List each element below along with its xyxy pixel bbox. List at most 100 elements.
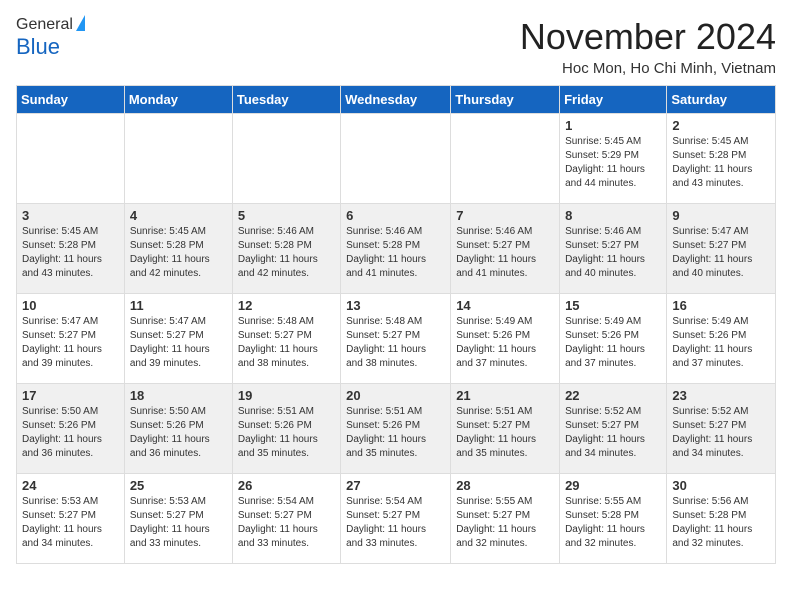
- day-number: 17: [22, 388, 119, 403]
- header: General Blue November 2024 Hoc Mon, Ho C…: [16, 16, 776, 77]
- calendar-cell: 15 Sunrise: 5:49 AM Sunset: 5:26 PM Dayli…: [560, 294, 667, 384]
- day-info: Sunrise: 5:52 AM Sunset: 5:27 PM Dayligh…: [672, 405, 770, 461]
- day-number: 15: [565, 298, 661, 313]
- calendar-cell: 24Sunrise: 5:53 AM Sunset: 5:27 PM Dayli…: [17, 474, 125, 564]
- day-number: 9: [672, 208, 770, 223]
- calendar-week-2: 3Sunrise: 5:45 AM Sunset: 5:28 PM Daylig…: [17, 204, 776, 294]
- day-info: Sunrise: 5:54 AM Sunset: 5:27 PM Dayligh…: [346, 495, 445, 551]
- calendar-cell: 27 Sunrise: 5:54 AM Sunset: 5:27 PM Dayli…: [341, 474, 451, 564]
- calendar-cell: 29 Sunrise: 5:55 AM Sunset: 5:28 PM Dayli…: [560, 474, 667, 564]
- logo-triangle-icon: [76, 15, 85, 31]
- day-info: Sunrise: 5:50 AM Sunset: 5:26 PM Dayligh…: [22, 405, 119, 461]
- day-info: Sunrise: 5:46 AM Sunset: 5:28 PM Dayligh…: [346, 225, 445, 281]
- calendar-cell: 4Sunrise: 5:45 AM Sunset: 5:28 PM Daylig…: [124, 204, 232, 294]
- calendar-cell: 20 Sunrise: 5:51 AM Sunset: 5:26 PM Dayli…: [341, 384, 451, 474]
- calendar-cell: 1 Sunrise: 5:45 AM Sunset: 5:29 PM Daylig…: [560, 114, 667, 204]
- day-number: 8: [565, 208, 661, 223]
- weekday-header-row: SundayMondayTuesdayWednesdayThursdayFrid…: [17, 86, 776, 114]
- calendar-cell: 5Sunrise: 5:46 AM Sunset: 5:28 PM Daylig…: [232, 204, 340, 294]
- day-number: 1: [565, 118, 661, 133]
- calendar-week-4: 17 Sunrise: 5:50 AM Sunset: 5:26 PM Dayli…: [17, 384, 776, 474]
- weekday-header-thursday: Thursday: [451, 86, 560, 114]
- day-info: Sunrise: 5:53 AM Sunset: 5:27 PM Dayligh…: [130, 495, 227, 551]
- calendar-cell: 14 Sunrise: 5:49 AM Sunset: 5:26 PM Dayli…: [451, 294, 560, 384]
- day-info: Sunrise: 5:46 AM Sunset: 5:28 PM Dayligh…: [238, 225, 335, 281]
- weekday-header-friday: Friday: [560, 86, 667, 114]
- calendar-cell: [341, 114, 451, 204]
- day-info: Sunrise: 5:45 AM Sunset: 5:28 PM Dayligh…: [22, 225, 119, 281]
- day-number: 6: [346, 208, 445, 223]
- calendar-week-5: 24 Sunrise: 5:53 AM Sunset: 5:27 PM Dayli…: [17, 474, 776, 564]
- weekday-header-sunday: Sunday: [17, 86, 125, 114]
- day-number: 14: [456, 298, 554, 313]
- calendar-cell: 30 Sunrise: 5:56 AM Sunset: 5:28 PM Dayli…: [667, 474, 776, 564]
- calendar-cell: 18 Sunrise: 5:50 AM Sunset: 5:26 PM Dayli…: [124, 384, 232, 474]
- day-number: 30: [672, 478, 770, 493]
- day-info: Sunrise: 5:45 AM Sunset: 5:28 PM Dayligh…: [672, 135, 770, 191]
- day-info: Sunrise: 5:47 AM Sunset: 5:27 PM Dayligh…: [130, 315, 227, 371]
- day-info: Sunrise: 5:46 AM Sunset: 5:27 PM Dayligh…: [565, 225, 661, 281]
- day-info: Sunrise: 5:51 AM Sunset: 5:27 PM Dayligh…: [456, 405, 554, 461]
- calendar-cell: 28 Sunrise: 5:55 AM Sunset: 5:27 PM Dayli…: [451, 474, 560, 564]
- day-info: Sunrise: 5:47 AM Sunset: 5:27 PM Dayligh…: [672, 225, 770, 281]
- calendar-cell: 23Sunrise: 5:52 AM Sunset: 5:27 PM Dayli…: [667, 384, 776, 474]
- day-number: 11: [130, 298, 227, 313]
- logo-general-text: General: [16, 16, 73, 34]
- calendar-cell: 25 Sunrise: 5:53 AM Sunset: 5:27 PM Dayli…: [124, 474, 232, 564]
- logo: General Blue: [16, 16, 85, 60]
- calendar-cell: 26 Sunrise: 5:54 AM Sunset: 5:27 PM Dayli…: [232, 474, 340, 564]
- month-title: November 2024: [520, 16, 776, 58]
- day-info: Sunrise: 5:49 AM Sunset: 5:26 PM Dayligh…: [565, 315, 661, 371]
- weekday-header-wednesday: Wednesday: [341, 86, 451, 114]
- day-number: 20: [346, 388, 445, 403]
- day-number: 29: [565, 478, 661, 493]
- weekday-header-monday: Monday: [124, 86, 232, 114]
- day-info: Sunrise: 5:55 AM Sunset: 5:28 PM Dayligh…: [565, 495, 661, 551]
- day-info: Sunrise: 5:48 AM Sunset: 5:27 PM Dayligh…: [346, 315, 445, 371]
- day-number: 13: [346, 298, 445, 313]
- calendar-cell: 13 Sunrise: 5:48 AM Sunset: 5:27 PM Dayli…: [341, 294, 451, 384]
- calendar-week-3: 10 Sunrise: 5:47 AM Sunset: 5:27 PM Dayli…: [17, 294, 776, 384]
- calendar-cell: [17, 114, 125, 204]
- day-info: Sunrise: 5:45 AM Sunset: 5:29 PM Dayligh…: [565, 135, 661, 191]
- calendar-cell: 17 Sunrise: 5:50 AM Sunset: 5:26 PM Dayli…: [17, 384, 125, 474]
- weekday-header-saturday: Saturday: [667, 86, 776, 114]
- day-number: 28: [456, 478, 554, 493]
- day-number: 10: [22, 298, 119, 313]
- day-number: 21: [456, 388, 554, 403]
- day-info: Sunrise: 5:49 AM Sunset: 5:26 PM Dayligh…: [456, 315, 554, 371]
- day-number: 24: [22, 478, 119, 493]
- calendar-week-1: 1 Sunrise: 5:45 AM Sunset: 5:29 PM Daylig…: [17, 114, 776, 204]
- day-info: Sunrise: 5:49 AM Sunset: 5:26 PM Dayligh…: [672, 315, 770, 371]
- day-number: 27: [346, 478, 445, 493]
- day-number: 2: [672, 118, 770, 133]
- day-number: 26: [238, 478, 335, 493]
- day-number: 7: [456, 208, 554, 223]
- logo-blue-text: Blue: [16, 34, 60, 60]
- day-number: 19: [238, 388, 335, 403]
- day-info: Sunrise: 5:54 AM Sunset: 5:27 PM Dayligh…: [238, 495, 335, 551]
- calendar-cell: [124, 114, 232, 204]
- calendar-cell: 6 Sunrise: 5:46 AM Sunset: 5:28 PM Daylig…: [341, 204, 451, 294]
- weekday-header-tuesday: Tuesday: [232, 86, 340, 114]
- day-info: Sunrise: 5:48 AM Sunset: 5:27 PM Dayligh…: [238, 315, 335, 371]
- day-info: Sunrise: 5:55 AM Sunset: 5:27 PM Dayligh…: [456, 495, 554, 551]
- calendar-cell: 16 Sunrise: 5:49 AM Sunset: 5:26 PM Dayli…: [667, 294, 776, 384]
- day-info: Sunrise: 5:51 AM Sunset: 5:26 PM Dayligh…: [346, 405, 445, 461]
- calendar-table: SundayMondayTuesdayWednesdayThursdayFrid…: [16, 85, 776, 564]
- location-title: Hoc Mon, Ho Chi Minh, Vietnam: [520, 60, 776, 77]
- calendar-cell: 2 Sunrise: 5:45 AM Sunset: 5:28 PM Daylig…: [667, 114, 776, 204]
- calendar-cell: 9 Sunrise: 5:47 AM Sunset: 5:27 PM Daylig…: [667, 204, 776, 294]
- calendar-cell: 8 Sunrise: 5:46 AM Sunset: 5:27 PM Daylig…: [560, 204, 667, 294]
- day-info: Sunrise: 5:46 AM Sunset: 5:27 PM Dayligh…: [456, 225, 554, 281]
- title-area: November 2024 Hoc Mon, Ho Chi Minh, Viet…: [520, 16, 776, 77]
- calendar-cell: 22Sunrise: 5:52 AM Sunset: 5:27 PM Dayli…: [560, 384, 667, 474]
- day-info: Sunrise: 5:45 AM Sunset: 5:28 PM Dayligh…: [130, 225, 227, 281]
- day-info: Sunrise: 5:50 AM Sunset: 5:26 PM Dayligh…: [130, 405, 227, 461]
- day-info: Sunrise: 5:51 AM Sunset: 5:26 PM Dayligh…: [238, 405, 335, 461]
- day-number: 25: [130, 478, 227, 493]
- day-number: 18: [130, 388, 227, 403]
- day-number: 16: [672, 298, 770, 313]
- day-number: 22: [565, 388, 661, 403]
- day-info: Sunrise: 5:56 AM Sunset: 5:28 PM Dayligh…: [672, 495, 770, 551]
